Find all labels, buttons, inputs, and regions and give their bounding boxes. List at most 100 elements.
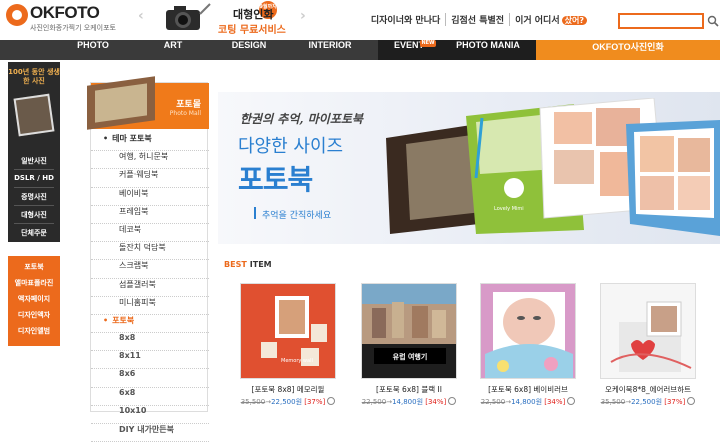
banner-line4: 추억을 간직하세요 [262, 211, 332, 221]
promo-title[interactable]: 대형인화 [233, 6, 273, 22]
product-thumb-baby-love[interactable] [480, 283, 576, 379]
category-subtitle: Photo Mall [169, 110, 201, 117]
rail-item-id[interactable]: 증명사진 [8, 192, 60, 202]
category-row[interactable]: DIY 내가만든북 [91, 424, 209, 442]
category-list: 테마 포토북여행, 허니문북커플·웨딩북베이비북프레임북데코북돌잔치 덕담북스크… [91, 133, 209, 442]
rail-divider [14, 187, 54, 188]
top-link-exhibition[interactable]: 김점선 특별전 [445, 13, 509, 26]
okfoto-logo-icon[interactable] [6, 4, 28, 26]
search-icon[interactable] [707, 13, 719, 29]
nav-photo-mania[interactable]: PHOTO MANIA [440, 40, 536, 60]
product-name-baby-love[interactable]: [포토북 6x8] 베이비러브 [468, 384, 588, 395]
logo-text[interactable]: OKFOTO [30, 3, 100, 23]
new-price: 14,800원 [511, 398, 543, 406]
nav-art[interactable]: ART [138, 40, 208, 60]
header: OKFOTO 사진인화종가찍기 오케이포토 ‹ 9월까지 대형인화 코팅 무료서… [0, 0, 720, 40]
nav-okfoto[interactable]: OKFOTO사진인화 [536, 40, 720, 60]
nav-design[interactable]: DESIGN [208, 40, 290, 60]
zoom-icon[interactable] [448, 397, 457, 405]
black-book-tag: 유럽 여행기 [393, 352, 428, 361]
new-price: 14,800원 [392, 398, 424, 406]
category-row[interactable]: 베이비북 [91, 188, 209, 206]
black-book-image: 유럽 여행기 [362, 284, 456, 378]
product-thumb-black[interactable]: 유럽 여행기 [361, 283, 457, 379]
category-row[interactable]: 돌잔치 덕담북 [91, 242, 209, 261]
zoom-icon[interactable] [687, 397, 696, 405]
top-link-where[interactable]: 이거 어디서 샀어? [509, 13, 592, 26]
category-row[interactable]: 포토북 [91, 315, 209, 334]
rail-divider [14, 169, 54, 170]
search-input[interactable] [618, 13, 704, 29]
rail-item-general[interactable]: 일반사진 [8, 156, 60, 166]
category-title: 포토몰 [176, 100, 201, 110]
product-price-memory-wall: 35,500→22,500원 [37%] [223, 397, 353, 407]
old-price: 35,500 [240, 398, 266, 406]
rail2-item-frame-page[interactable]: 액자페이지 [8, 294, 60, 304]
banner-line1: 한권의 추억, 마이포토북 [240, 112, 363, 126]
top-link-badge: 샀어? [561, 16, 587, 25]
category-row[interactable]: 6x8 [91, 388, 209, 406]
banner-line3: 포토북 [238, 163, 313, 196]
memory-wall-tag: Memory wall [281, 358, 313, 364]
zoom-icon[interactable] [567, 397, 576, 405]
product-price-baby-love: 22,500→14,800원 [34%] [463, 397, 593, 407]
category-row[interactable]: 스크랩북 [91, 260, 209, 279]
top-link-where-label: 이거 어디서 [515, 16, 560, 26]
event-new-badge: NEW [420, 40, 436, 47]
product-thumb-memory-wall[interactable]: Memory wall [240, 283, 336, 379]
category-row[interactable]: 8x6 [91, 369, 209, 388]
left-rail-photo: 100년 동안 생생한 사진 일반사진 DSLR / HD 증명사진 대형사진 … [8, 62, 60, 242]
air-love-heart-image [601, 284, 695, 378]
top-link-designer[interactable]: 디자이너와 만나다 [366, 13, 445, 26]
product-thumb-air-love-heart[interactable] [600, 283, 696, 379]
new-price: 22,500원 [631, 398, 663, 406]
promo-subtitle[interactable]: 코팅 무료서비스 [218, 21, 286, 36]
discount: [34%] [425, 398, 447, 406]
category-row[interactable]: 커플·웨딩북 [91, 169, 209, 188]
rail-photo-image [13, 93, 55, 137]
category-row[interactable]: 테마 포토북 [91, 133, 209, 152]
baby-love-image [481, 284, 575, 378]
product-price-black: 22,500→14,800원 [34%] [344, 397, 474, 407]
rail-divider [14, 223, 54, 224]
rail2-item-design-frame[interactable]: 디자인액자 [8, 310, 60, 320]
rail2-item-design-album[interactable]: 디자인앨범 [8, 326, 60, 336]
rail-item-dslr[interactable]: DSLR / HD [8, 174, 60, 182]
product-name-black[interactable]: [포토북 6x8] 블랙 II [349, 384, 469, 395]
rail-item-group[interactable]: 단체주문 [8, 228, 60, 238]
old-price: 35,500 [600, 398, 626, 406]
promo-prev-arrow-icon[interactable]: ‹ [138, 6, 150, 26]
product-name-memory-wall[interactable]: [포토북 8x8] 메모리윌 [228, 384, 348, 395]
product-price-air-love-heart: 35,500→22,500원 [37%] [583, 397, 713, 407]
promo-next-arrow-icon[interactable]: › [300, 6, 312, 26]
category-row[interactable]: 섬플갤러북 [91, 279, 209, 297]
rail2-item-photobook[interactable]: 포토북 [8, 262, 60, 272]
photobooks-image: Lovely Mimi [386, 98, 720, 236]
promo-banner[interactable]: 한권의 추억, 마이포토북 다양한 사이즈 포토북 추억을 간직하세요 Love… [218, 92, 720, 244]
banner-line2: 다양한 사이즈 [238, 136, 344, 157]
new-price: 22,500원 [271, 398, 303, 406]
category-header: 포토몰 Photo Mall [87, 76, 209, 130]
left-rail-products: 포토북 앨마표폴라진 액자페이지 디자인액자 디자인앨범 [8, 256, 60, 346]
category-row[interactable]: 프레임북 [91, 206, 209, 224]
zoom-icon[interactable] [327, 397, 336, 405]
category-row[interactable]: 미니홈피북 [91, 297, 209, 315]
category-row[interactable]: 8x11 [91, 351, 209, 370]
nav-event[interactable]: EVENT NEW [378, 40, 440, 60]
rail2-item-polaroid[interactable]: 앨마표폴라진 [8, 278, 60, 288]
best-item-heading: BEST ITEM [224, 260, 272, 269]
nav-okfoto-label: OKFOTO사진인화 [592, 42, 664, 52]
camera-icon [166, 3, 211, 30]
product-name-air-love-heart[interactable]: 오케이북8*8_에어러브하트 [588, 384, 708, 395]
rail-divider [14, 205, 54, 206]
nav-photo[interactable]: PHOTO [48, 40, 138, 60]
item-label: ITEM [249, 260, 272, 269]
book-label: Lovely Mimi [494, 206, 524, 212]
rail-item-large[interactable]: 대형사진 [8, 210, 60, 220]
category-row[interactable]: 데코북 [91, 224, 209, 243]
category-panel: 포토몰 Photo Mall 테마 포토북여행, 허니문북커플·웨딩북베이비북프… [87, 76, 209, 442]
category-row[interactable]: 8x8 [91, 333, 209, 352]
discount: [34%] [544, 398, 566, 406]
nav-interior[interactable]: INTERIOR [290, 40, 370, 60]
category-row[interactable]: 여행, 허니문북 [91, 151, 209, 170]
